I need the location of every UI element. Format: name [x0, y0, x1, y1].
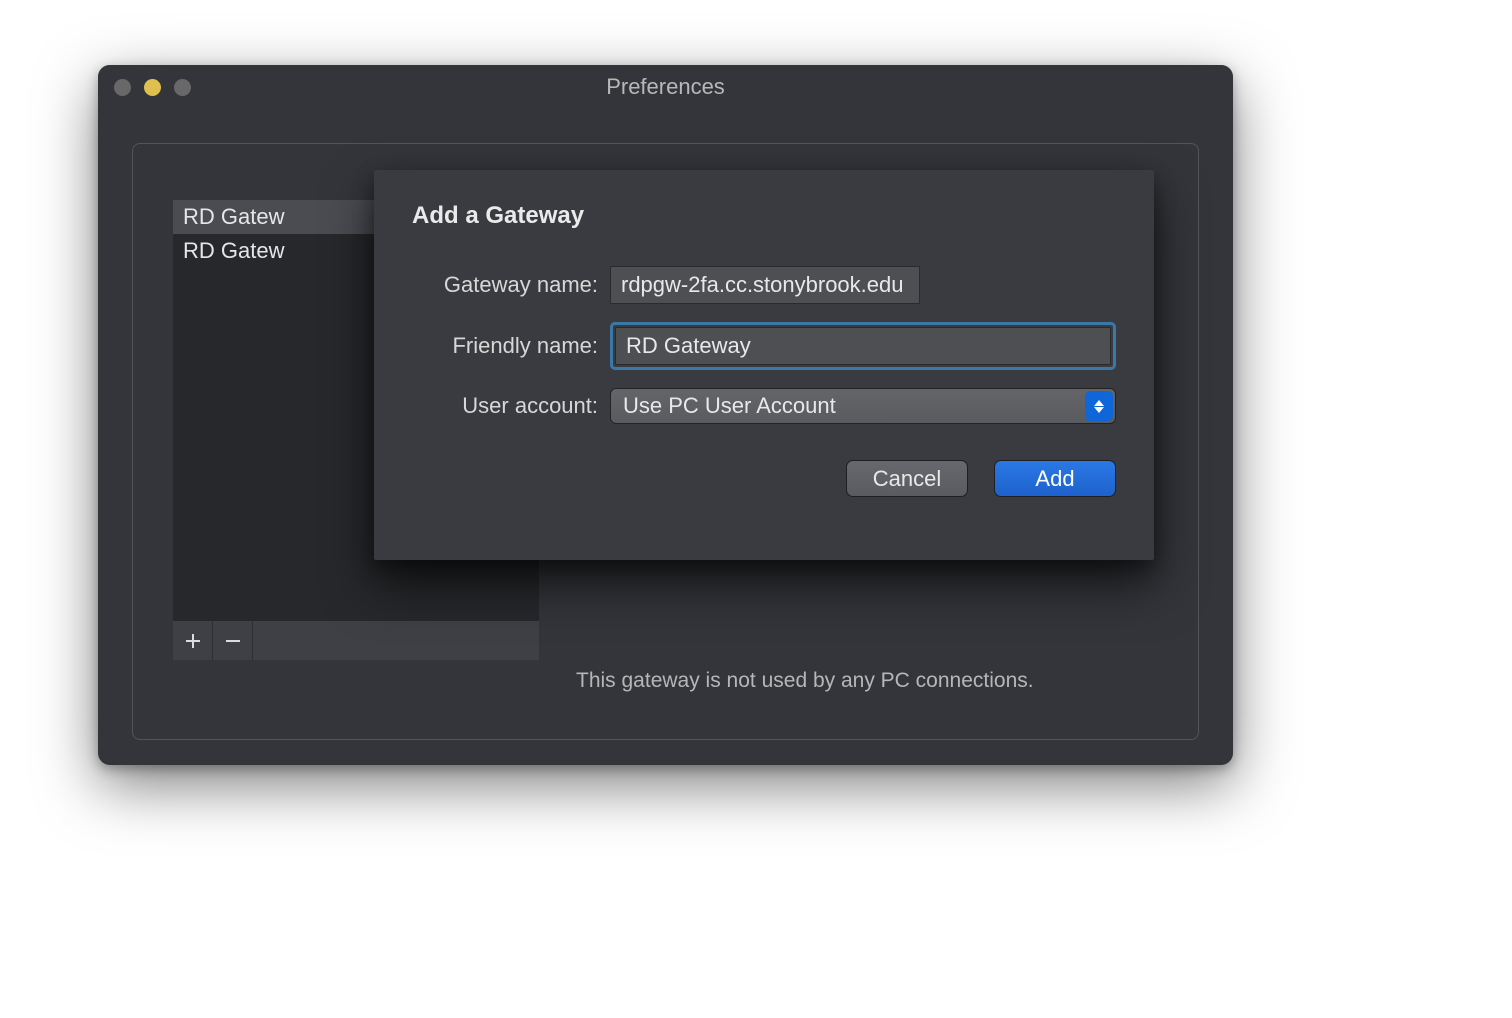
user-account-value: Use PC User Account	[623, 393, 836, 419]
close-window-button[interactable]	[114, 79, 131, 96]
plus-icon	[184, 632, 202, 650]
list-item-label: RD Gatew	[183, 204, 284, 230]
dialog-title: Add a Gateway	[412, 202, 1116, 230]
remove-gateway-button[interactable]	[213, 621, 253, 660]
maximize-window-button[interactable]	[174, 79, 191, 96]
gateway-name-label: Gateway name:	[412, 272, 610, 298]
window-title: Preferences	[606, 74, 725, 100]
minus-icon	[224, 632, 242, 650]
user-account-row: User account: Use PC User Account	[412, 388, 1116, 424]
user-account-select[interactable]: Use PC User Account	[610, 388, 1116, 424]
gateway-status-text: This gateway is not used by any PC conne…	[576, 669, 1034, 693]
friendly-name-input[interactable]	[615, 327, 1111, 365]
minimize-window-button[interactable]	[144, 79, 161, 96]
add-gateway-dialog: Add a Gateway Gateway name: Friendly nam…	[374, 170, 1154, 560]
titlebar: Preferences	[98, 65, 1233, 109]
preferences-window: Preferences RD Gatew RD Gatew edu	[98, 65, 1233, 765]
friendly-name-label: Friendly name:	[412, 333, 610, 359]
dialog-buttons: Cancel Add	[412, 460, 1116, 497]
add-gateway-button[interactable]	[173, 621, 213, 660]
list-toolbar	[173, 621, 539, 660]
dropdown-arrows-icon	[1085, 391, 1113, 421]
add-button[interactable]: Add	[994, 460, 1116, 497]
friendly-name-row: Friendly name:	[412, 322, 1116, 370]
cancel-button[interactable]: Cancel	[846, 460, 968, 497]
traffic-lights	[114, 79, 191, 96]
gateway-name-row: Gateway name:	[412, 266, 1116, 304]
list-item-label: RD Gatew	[183, 238, 284, 264]
user-account-label: User account:	[412, 393, 610, 419]
gateway-name-input[interactable]	[610, 266, 920, 304]
